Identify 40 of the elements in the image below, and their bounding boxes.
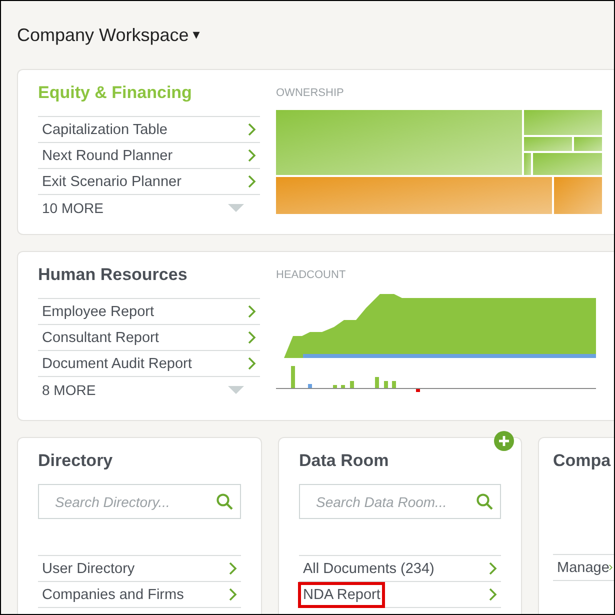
list-item[interactable]: Exit Scenario Planner xyxy=(38,169,260,195)
chevron-right-icon xyxy=(248,305,256,318)
workspace-title[interactable]: Company Workspace xyxy=(17,24,189,46)
list-item[interactable]: All Documents (234) xyxy=(299,556,501,582)
more-link[interactable]: 10 MORE xyxy=(38,195,260,221)
search-field[interactable]: Search Data Room... xyxy=(299,484,501,519)
triangle-down-icon xyxy=(228,386,244,394)
panel-title: Directory xyxy=(38,450,114,472)
list-item[interactable]: NDA Report xyxy=(299,582,501,608)
more-link[interactable]: 8 MORE xyxy=(38,377,260,403)
list-item[interactable]: Capitalization Table xyxy=(38,117,260,143)
chevron-right-icon xyxy=(229,588,237,601)
chart-label: OWNERSHIP xyxy=(276,86,345,100)
panel-title: Equity & Financing xyxy=(38,82,193,104)
chevron-right-icon xyxy=(489,562,497,575)
list-item[interactable]: Manage xyxy=(553,555,614,581)
list-item[interactable]: Employee Report xyxy=(38,299,260,325)
chart-label: HEADCOUNT xyxy=(276,268,347,282)
chevron-right-icon xyxy=(248,175,256,188)
list-item[interactable]: Document Audit Report xyxy=(38,351,260,377)
caret-icon[interactable]: ▾ xyxy=(192,27,200,43)
panel-title: Human Resources xyxy=(38,264,188,286)
chevron-right-icon xyxy=(229,562,237,575)
search-field[interactable]: Search Directory... xyxy=(38,484,241,519)
list-item[interactable]: Companies and Firms xyxy=(38,582,241,608)
chevron-right-icon xyxy=(248,331,256,344)
panel-title: Compa xyxy=(553,450,612,472)
panel-title: Data Room xyxy=(299,450,390,472)
list-item[interactable]: Next Round Planner xyxy=(38,143,260,169)
chevron-right-icon xyxy=(248,357,256,370)
add-button[interactable] xyxy=(494,431,514,451)
search-icon[interactable] xyxy=(476,493,493,510)
chevron-right-icon xyxy=(248,149,256,162)
plus-icon xyxy=(498,435,510,447)
list-item[interactable]: Consultant Report xyxy=(38,325,260,351)
chevron-right-icon xyxy=(489,588,497,601)
triangle-down-icon xyxy=(228,204,244,212)
chevron-right-icon xyxy=(248,123,256,136)
list-item[interactable]: User Directory xyxy=(38,556,241,582)
search-icon[interactable] xyxy=(216,493,233,510)
